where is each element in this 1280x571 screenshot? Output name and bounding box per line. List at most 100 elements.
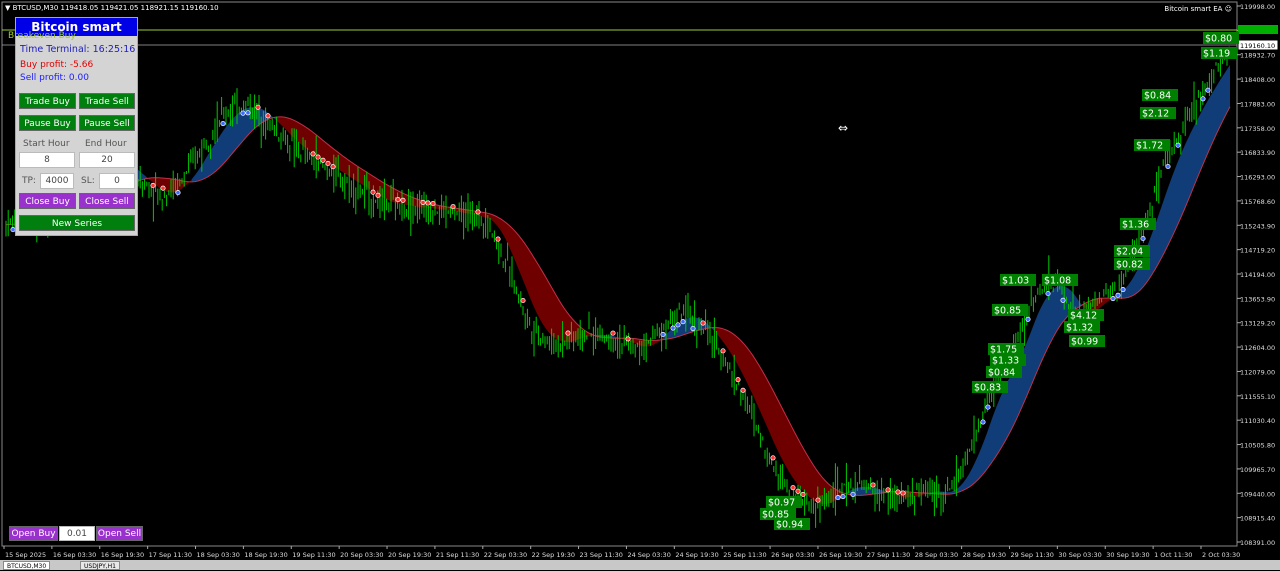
- time-label: 25 Sep 11:30: [723, 551, 766, 559]
- profit-label: $1.08: [1044, 276, 1071, 287]
- lot-size-input[interactable]: 0.01: [59, 526, 95, 541]
- profit-label: $0.82: [1116, 260, 1143, 271]
- price-label: 118408.00: [1240, 76, 1275, 84]
- trade-marker: [721, 349, 725, 353]
- price-chart[interactable]: 119998.00119160.10118932.70118408.001178…: [0, 0, 1280, 570]
- trade-marker: [566, 331, 570, 335]
- ma-band-segment: [738, 338, 741, 371]
- ma-band-segment: [549, 283, 552, 336]
- end-hour-input[interactable]: 20: [79, 152, 135, 168]
- price-label: 113653.90: [1240, 295, 1275, 303]
- time-label: 26 Sep 19:30: [819, 551, 862, 559]
- trade-marker: [1046, 291, 1050, 295]
- ma-band-segment: [792, 427, 795, 481]
- pause-buy-button[interactable]: Pause Buy: [19, 115, 76, 131]
- profit-label: $0.85: [994, 306, 1021, 317]
- trade-marker: [316, 155, 320, 159]
- tp-input[interactable]: 4000: [40, 173, 74, 189]
- trade-marker: [241, 111, 245, 115]
- trade-marker: [521, 298, 525, 302]
- ma-band-segment: [1173, 166, 1176, 234]
- ma-band-segment: [192, 175, 195, 182]
- ma-band-segment: [1209, 93, 1212, 150]
- pause-sell-button[interactable]: Pause Sell: [79, 115, 135, 131]
- trade-marker: [151, 183, 155, 187]
- trade-marker: [986, 405, 990, 409]
- trade-marker: [836, 495, 840, 499]
- profit-label: $1.72: [1136, 141, 1163, 152]
- open-sell-button[interactable]: Open Sell: [96, 526, 143, 541]
- ma-band-segment: [807, 455, 810, 498]
- trade-marker: [421, 200, 425, 204]
- trade-marker: [741, 388, 745, 392]
- ma-band-segment: [213, 142, 216, 173]
- price-label: 119998.00: [1240, 3, 1275, 11]
- price-label: 112604.00: [1240, 344, 1275, 352]
- price-label: 116833.90: [1240, 149, 1275, 157]
- trade-marker: [676, 323, 680, 327]
- close-sell-button[interactable]: Close Sell: [79, 193, 135, 209]
- open-buy-button[interactable]: Open Buy: [9, 526, 58, 541]
- trade-marker: [1206, 88, 1210, 92]
- time-label: 19 Sep 11:30: [292, 551, 335, 559]
- ma-band-segment: [990, 416, 993, 465]
- trade-marker: [311, 152, 315, 156]
- trade-marker: [661, 332, 665, 336]
- trade-buy-button[interactable]: Trade Buy: [19, 93, 76, 109]
- trade-marker: [246, 111, 250, 115]
- time-label: 26 Sep 03:30: [771, 551, 814, 559]
- trade-sell-button[interactable]: Trade Sell: [79, 93, 135, 109]
- tab-btcusd[interactable]: BTCUSD,M30: [3, 561, 50, 570]
- ma-band-segment: [1038, 307, 1041, 369]
- trade-marker: [496, 237, 500, 241]
- ma-band-segment: [756, 360, 759, 408]
- new-series-button[interactable]: New Series: [19, 215, 135, 231]
- profit-label: $1.19: [1203, 49, 1230, 60]
- ma-band-segment: [156, 178, 159, 188]
- ma-band-segment: [279, 117, 282, 126]
- profit-label: $1.36: [1122, 220, 1149, 231]
- ma-band-segment: [744, 344, 747, 383]
- close-buy-button[interactable]: Close Buy: [19, 193, 76, 209]
- ma-band-segment: [228, 121, 231, 159]
- ma-band-segment: [981, 441, 984, 476]
- trade-marker: [701, 321, 705, 325]
- time-label: 15 Sep 2025: [5, 551, 46, 559]
- ma-band-segment: [552, 288, 555, 338]
- sell-profit: Sell profit: 0.00: [20, 73, 89, 83]
- trade-marker: [871, 483, 875, 487]
- ma-band-segment: [519, 236, 522, 278]
- ma-band-segment: [1227, 65, 1230, 113]
- ma-band-segment: [537, 263, 540, 320]
- ma-band-segment: [774, 392, 777, 449]
- start-hour-input[interactable]: 8: [19, 152, 75, 168]
- ask-tag-bg: [1238, 25, 1278, 34]
- trade-marker: [736, 377, 740, 381]
- ma-band-segment: [996, 400, 999, 456]
- ma-band-segment: [360, 168, 363, 185]
- trade-marker: [451, 204, 455, 208]
- trade-marker: [1141, 236, 1145, 240]
- trade-marker: [176, 190, 180, 194]
- trade-marker: [331, 164, 335, 168]
- breakeven-label: Breakeven Buy: [8, 31, 76, 41]
- ma-band-segment: [741, 341, 744, 377]
- trade-marker: [256, 105, 260, 109]
- ma-band-segment: [735, 335, 738, 365]
- ma-band-segment: [813, 465, 816, 502]
- tab-usdjpy[interactable]: USDJPY,H1: [80, 561, 120, 570]
- time-label: 24 Sep 03:30: [627, 551, 670, 559]
- ma-band-segment: [1167, 182, 1170, 247]
- price-label: 113129.20: [1240, 320, 1275, 328]
- ma-band-segment: [1182, 145, 1185, 215]
- time-label: 30 Sep 03:30: [1058, 551, 1101, 559]
- ma-band-segment: [858, 487, 861, 495]
- ma-band-segment: [540, 268, 543, 325]
- ma-band-segment: [387, 185, 390, 201]
- ma-band-segment: [546, 278, 549, 333]
- ma-band-segment: [915, 492, 918, 496]
- price-label: 109440.00: [1240, 490, 1275, 498]
- profit-label: $1.03: [1002, 276, 1029, 287]
- sl-input[interactable]: 0: [99, 173, 135, 189]
- ma-band-segment: [165, 178, 168, 192]
